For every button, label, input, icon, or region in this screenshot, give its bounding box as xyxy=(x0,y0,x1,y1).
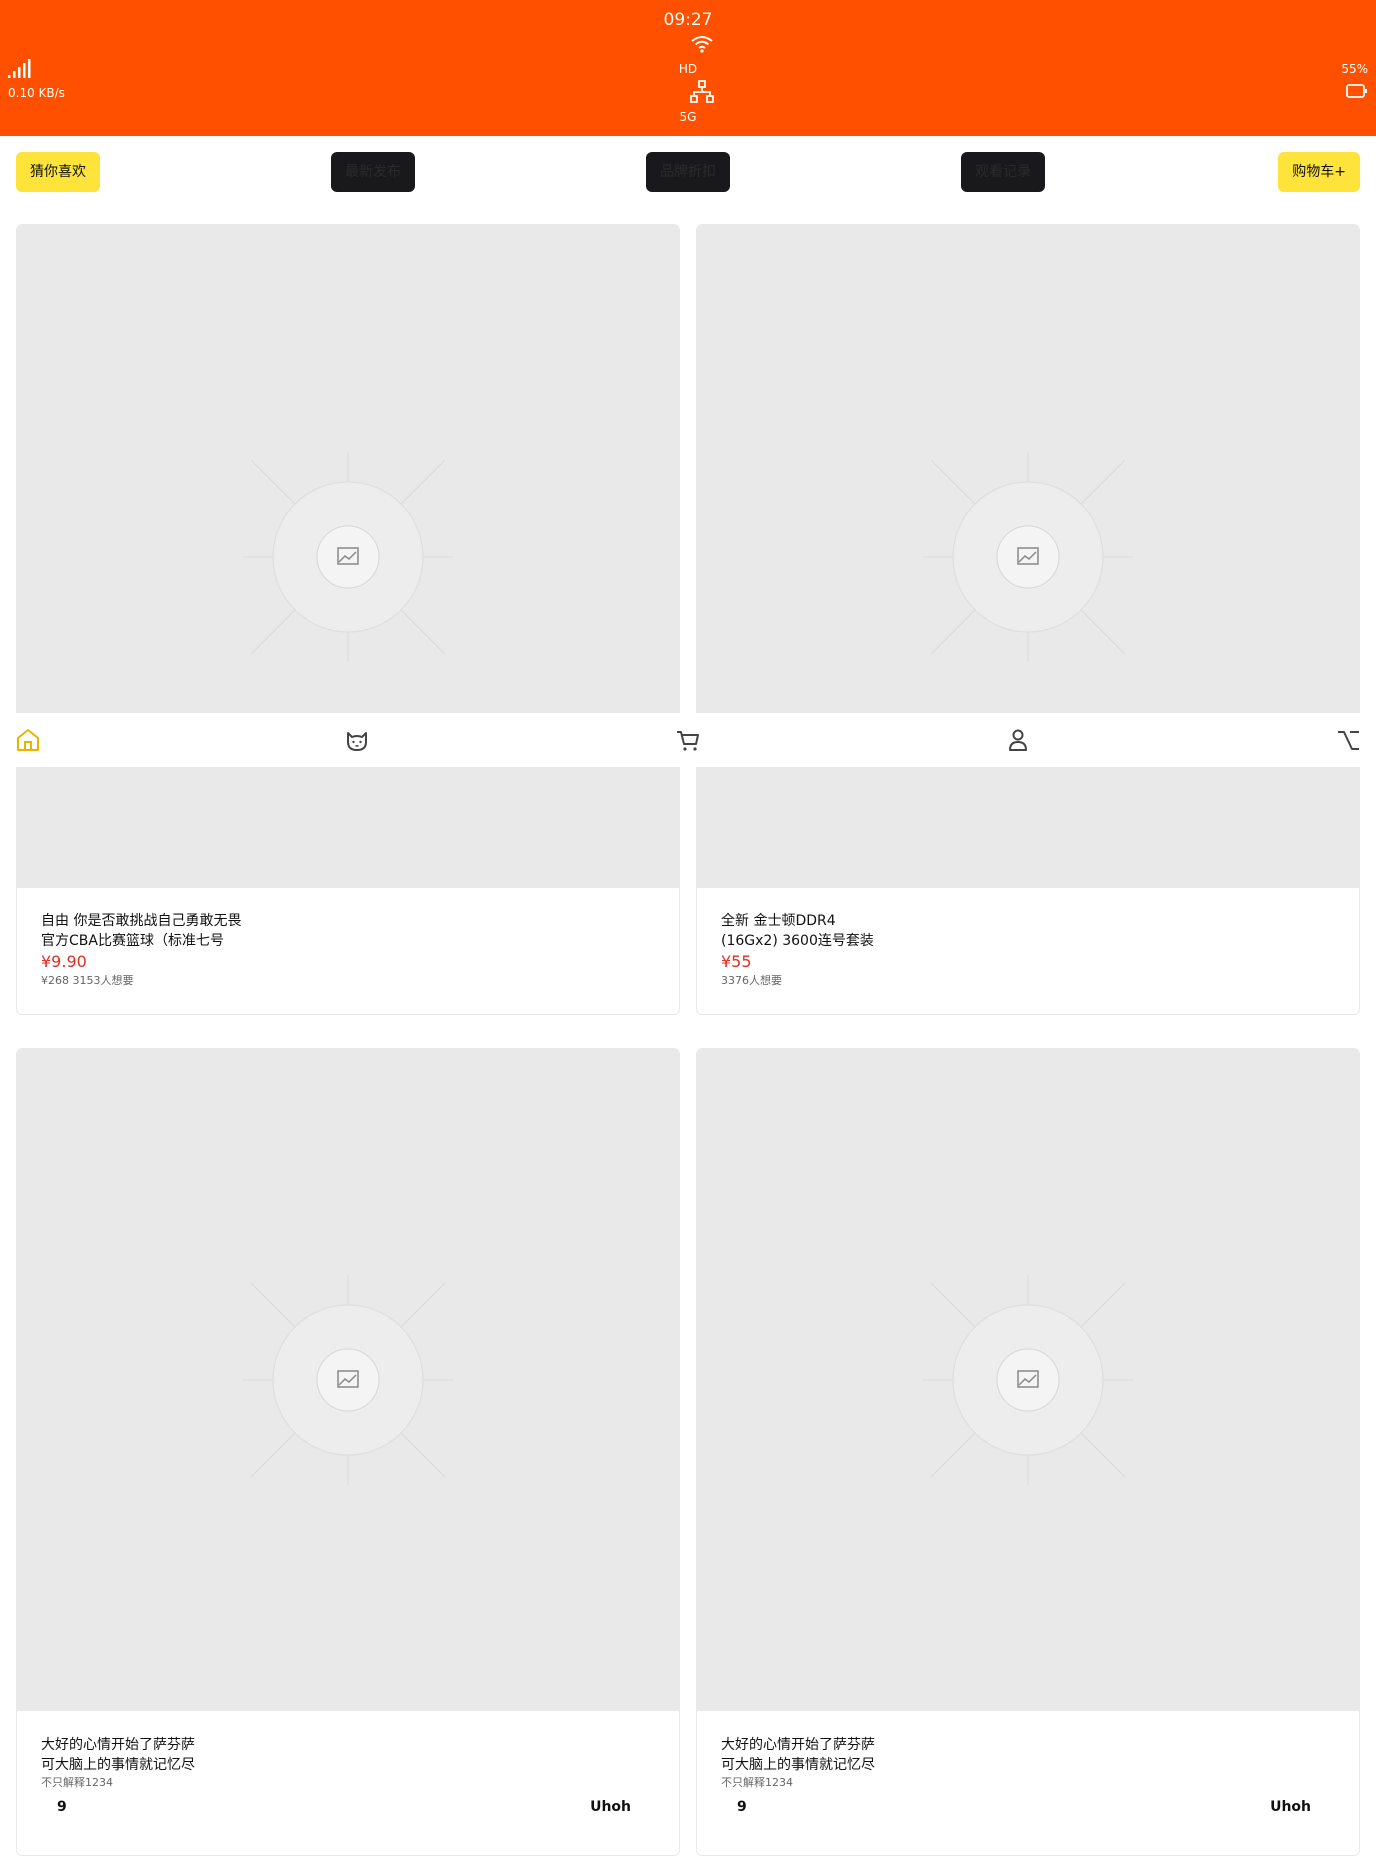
status-speed: 0.10 KB/s xyxy=(8,86,65,100)
home-icon xyxy=(17,729,39,751)
status-bar: 09:27 HD 5G 0.10 KB/s 55% xyxy=(0,0,1376,136)
tab-bar xyxy=(0,713,1376,767)
product-title-line1: 全新 金士顿DDR4 xyxy=(721,913,836,929)
product-count: 9 xyxy=(57,1799,67,1815)
image-placeholder-icon xyxy=(243,451,453,662)
user-icon xyxy=(1009,729,1027,751)
battery-icon xyxy=(1346,84,1367,98)
product-meta: 不只解释1234 xyxy=(721,1776,793,1789)
network-icon xyxy=(690,80,714,103)
product-title-line2: 可大脑上的事情就记忆尽 xyxy=(41,1757,195,1773)
product-image-placeholder xyxy=(17,225,679,888)
product-title-line2: (16Gx2) 3600连号套装 xyxy=(721,933,874,949)
tab-home[interactable] xyxy=(13,725,43,755)
guess-you-like-button[interactable]: 猜你喜欢 xyxy=(16,152,100,192)
cart-icon xyxy=(677,731,699,751)
product-title-line2: 官方CBA比赛篮球（标准七号 xyxy=(41,933,224,949)
product-info: 大好的心情开始了萨芬萨 可大脑上的事情就记忆尽 不只解释1234 9 Uhoh xyxy=(721,1735,1323,1817)
status-battery-percent: 55% xyxy=(1341,62,1368,76)
cart-plus-button[interactable]: 购物车+ xyxy=(1278,152,1360,192)
product-card[interactable]: 全新 金士顿DDR4 (16Gx2) 3600连号套装 ¥55 3376人想要 xyxy=(696,224,1360,1015)
image-placeholder-icon xyxy=(923,1275,1133,1485)
product-price: ¥9.90 xyxy=(41,952,87,971)
status-network-type: 5G xyxy=(679,110,697,124)
product-info: 自由 你是否敢挑战自己勇敢无畏 官方CBA比赛篮球（标准七号 ¥9.90 ¥26… xyxy=(41,911,643,989)
product-card[interactable]: 大好的心情开始了萨芬萨 可大脑上的事情就记忆尽 不只解释1234 9 Uhoh xyxy=(696,1048,1360,1856)
product-title-line1: 大好的心情开始了萨芬萨 xyxy=(721,1737,875,1753)
product-meta: 3376人想要 xyxy=(721,974,782,987)
product-meta: ¥268 3153人想要 xyxy=(41,974,134,987)
option-icon xyxy=(1338,731,1359,750)
product-title-line1: 大好的心情开始了萨芬萨 xyxy=(41,1737,195,1753)
tab-cart[interactable] xyxy=(673,725,703,755)
tab-profile[interactable] xyxy=(1003,725,1033,755)
product-tag: Uhoh xyxy=(590,1799,631,1815)
product-card[interactable]: 大好的心情开始了萨芬萨 可大脑上的事情就记忆尽 不只解释1234 9 Uhoh xyxy=(16,1048,680,1856)
tab-cat[interactable] xyxy=(342,725,372,755)
product-price: ¥55 xyxy=(721,952,752,971)
product-title-line2: 可大脑上的事情就记忆尽 xyxy=(721,1757,875,1773)
product-image-placeholder xyxy=(17,1049,679,1711)
product-card[interactable]: 自由 你是否敢挑战自己勇敢无畏 官方CBA比赛篮球（标准七号 ¥9.90 ¥26… xyxy=(16,224,680,1015)
top-button-row: 猜你喜欢 最新发布 品牌折扣 观看记录 购物车+ xyxy=(0,152,1376,192)
status-hd: HD xyxy=(678,62,698,76)
brand-discount-button[interactable]: 品牌折扣 xyxy=(646,152,730,192)
product-meta: 不只解释1234 xyxy=(41,1776,113,1789)
signal-icon xyxy=(8,59,31,78)
latest-button[interactable]: 最新发布 xyxy=(331,152,415,192)
wifi-icon xyxy=(691,36,713,53)
tab-more[interactable] xyxy=(1333,725,1363,755)
status-time: 09:27 xyxy=(663,10,713,30)
product-info: 全新 金士顿DDR4 (16Gx2) 3600连号套装 ¥55 3376人想要 xyxy=(721,911,1323,989)
product-title-line1: 自由 你是否敢挑战自己勇敢无畏 xyxy=(41,913,242,929)
product-info: 大好的心情开始了萨芬萨 可大脑上的事情就记忆尽 不只解释1234 9 Uhoh xyxy=(41,1735,643,1817)
product-image-placeholder xyxy=(697,1049,1359,1711)
product-tag: Uhoh xyxy=(1270,1799,1311,1815)
product-count: 9 xyxy=(737,1799,747,1815)
image-placeholder-icon xyxy=(243,1275,453,1485)
image-placeholder-icon xyxy=(923,451,1133,662)
cat-icon xyxy=(347,732,367,751)
watch-history-button[interactable]: 观看记录 xyxy=(961,152,1045,192)
product-footer-row: 9 Uhoh xyxy=(41,1797,643,1817)
product-footer-row: 9 Uhoh xyxy=(721,1797,1323,1817)
product-image-placeholder xyxy=(697,225,1359,888)
